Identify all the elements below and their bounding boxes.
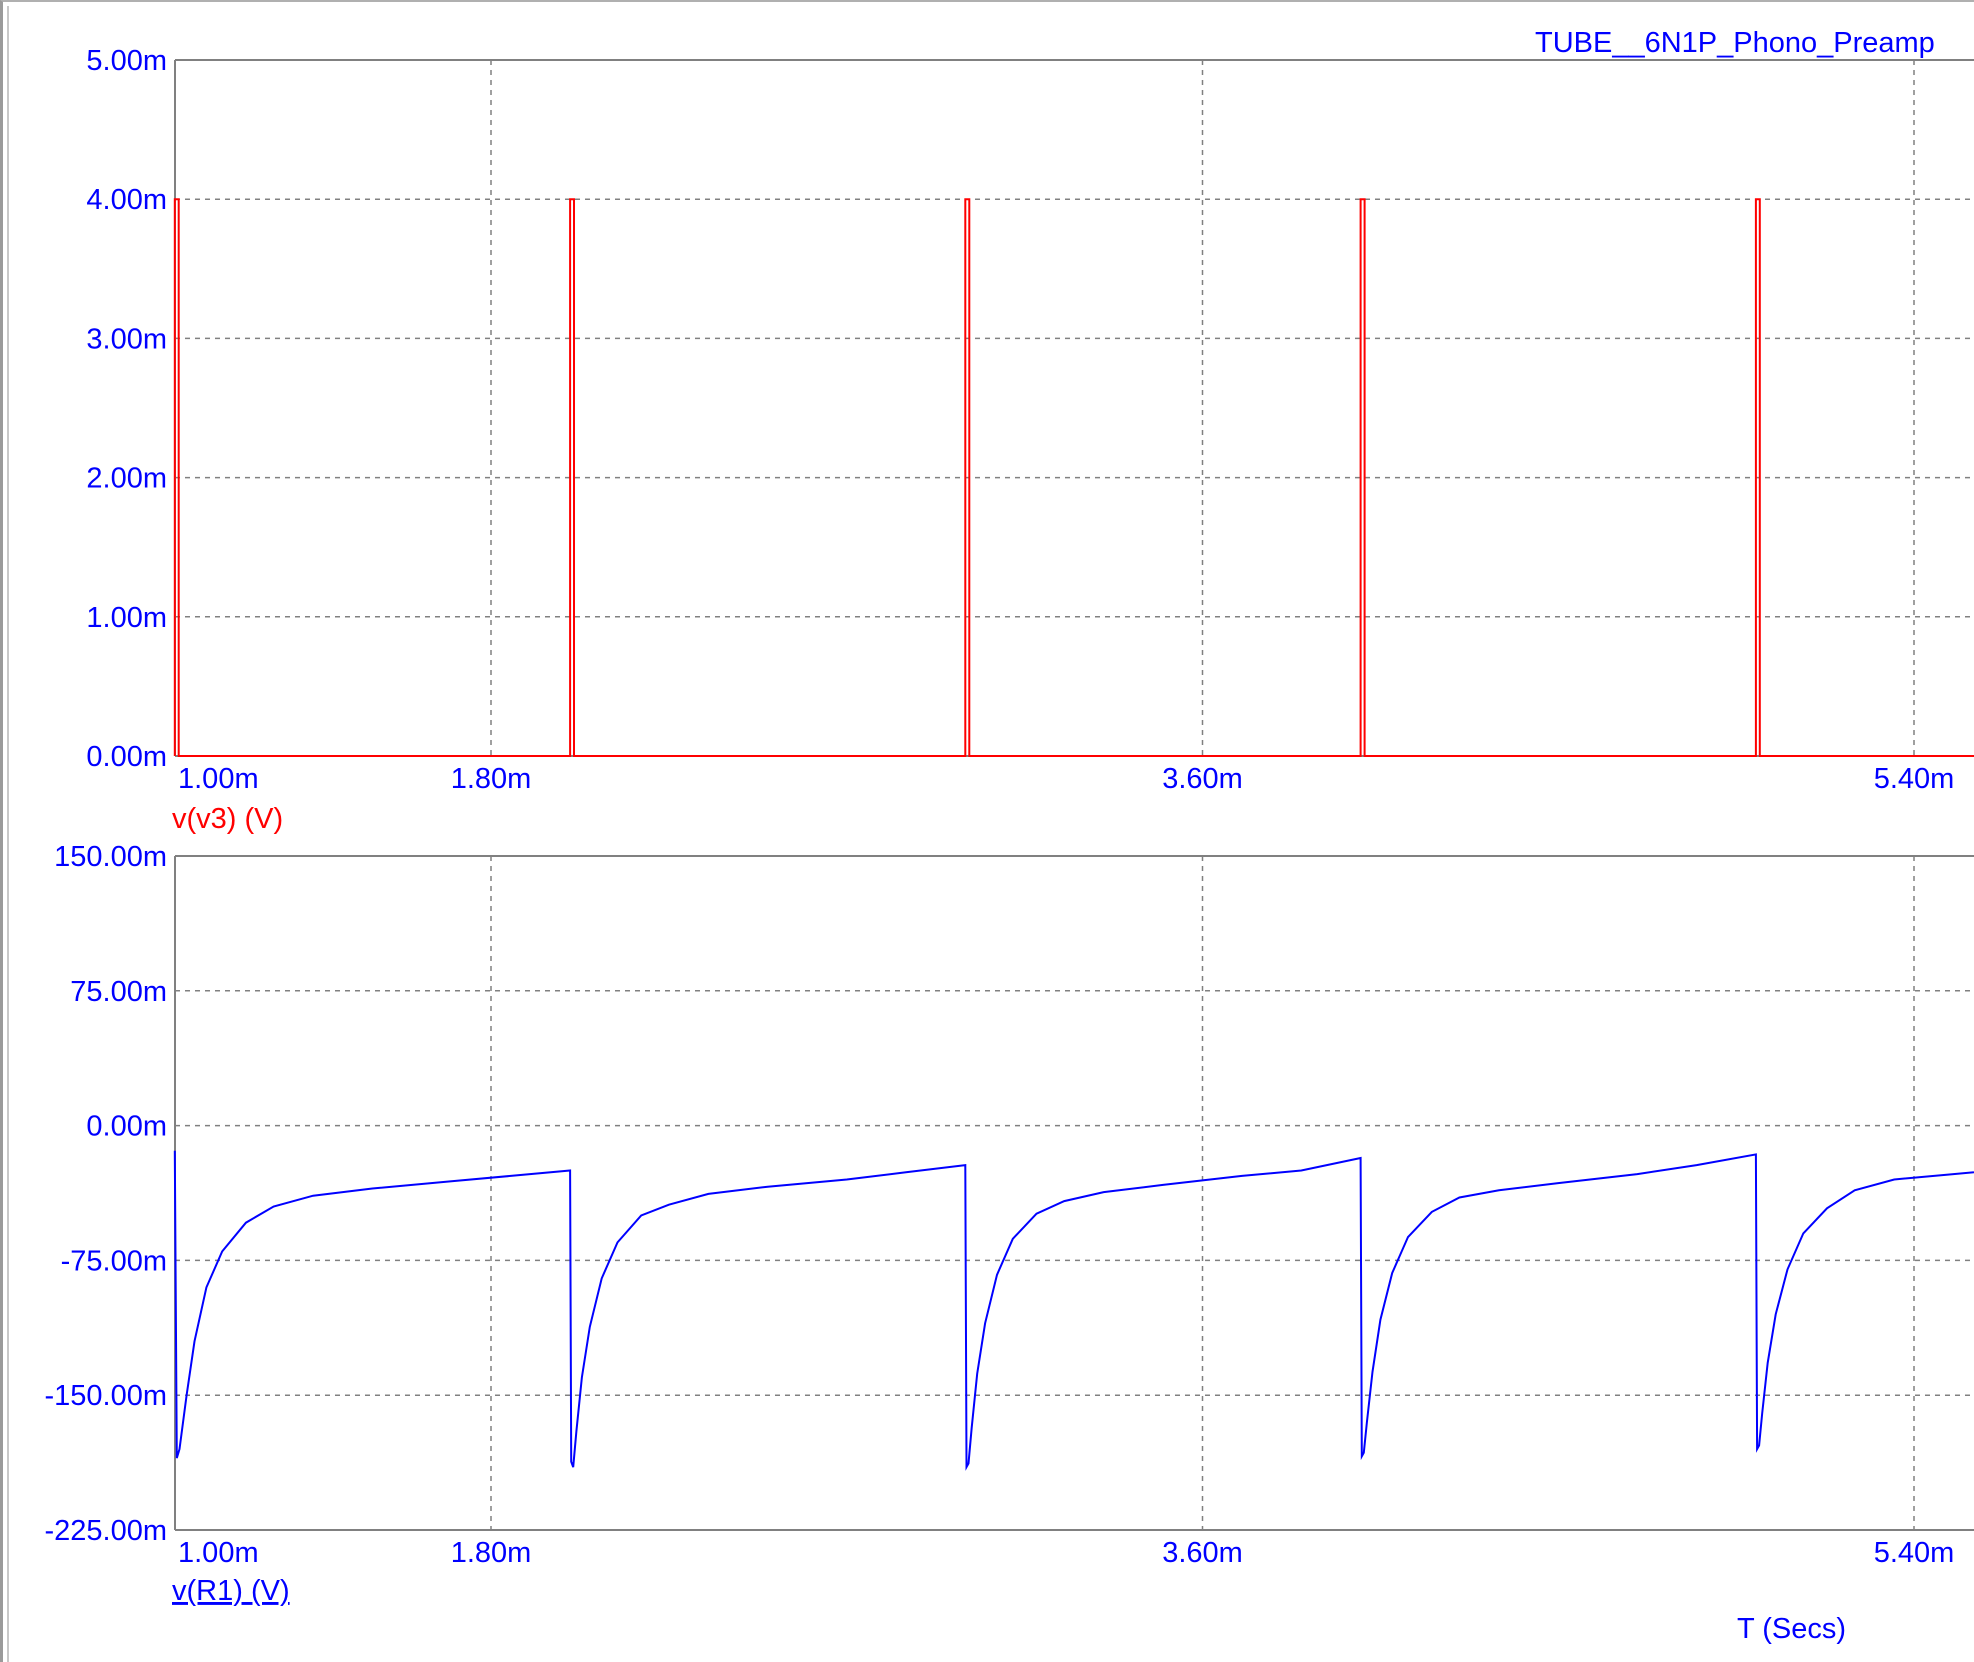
top-plot-panel: 0.00m 1.00m 2.00m 3.00m 4.00m 5.00m 1.00m 1.80m… bbox=[86, 45, 1974, 795]
y-tick-label: 0.00m bbox=[86, 1111, 167, 1143]
y-tick-label: 4.00m bbox=[86, 184, 167, 216]
trace-line bbox=[173, 198, 1974, 757]
y-tick-label: 3.00m bbox=[86, 323, 167, 355]
x-tick-label: 3.60m bbox=[1162, 1537, 1243, 1569]
x-tick-label: 5.40m bbox=[1874, 763, 1955, 795]
x-tick-label: 1.00m bbox=[178, 1537, 259, 1569]
y-tick-label: 5.00m bbox=[86, 45, 167, 77]
x-tick-label: 1.80m bbox=[451, 1537, 532, 1569]
y-tick-label: 150.00m bbox=[54, 841, 167, 873]
trace-line bbox=[173, 1150, 1974, 1471]
x-tick-label: 1.00m bbox=[178, 763, 259, 795]
y-tick-label: -150.00m bbox=[44, 1380, 167, 1412]
x-tick-label: 1.80m bbox=[451, 763, 532, 795]
x-axis-label: T (Secs) bbox=[1737, 1613, 1846, 1645]
y-tick-label: -225.00m bbox=[44, 1515, 167, 1547]
top-trace-label[interactable]: v(v3) (V) bbox=[172, 803, 283, 835]
y-tick-label: 2.00m bbox=[86, 463, 167, 495]
bottom-trace-label[interactable]: v(R1) (V) bbox=[172, 1575, 290, 1607]
y-tick-label: 0.00m bbox=[86, 741, 167, 773]
y-tick-label: 75.00m bbox=[70, 976, 167, 1008]
x-tick-label: 3.60m bbox=[1162, 763, 1243, 795]
y-tick-label: 1.00m bbox=[86, 602, 167, 634]
x-tick-label: 5.40m bbox=[1874, 1537, 1955, 1569]
transient-analysis-chart: TUBE__6N1P_Phono_Preamp 0.00m 1.00m 2.00m 3… bbox=[44, 27, 1974, 1645]
chart-title: TUBE__6N1P_Phono_Preamp bbox=[1535, 27, 1935, 59]
y-tick-label: -75.00m bbox=[61, 1245, 167, 1277]
bottom-plot-panel: 150.00m 75.00m 0.00m -75.00m -150.00m -225.00… bbox=[44, 841, 1974, 1569]
